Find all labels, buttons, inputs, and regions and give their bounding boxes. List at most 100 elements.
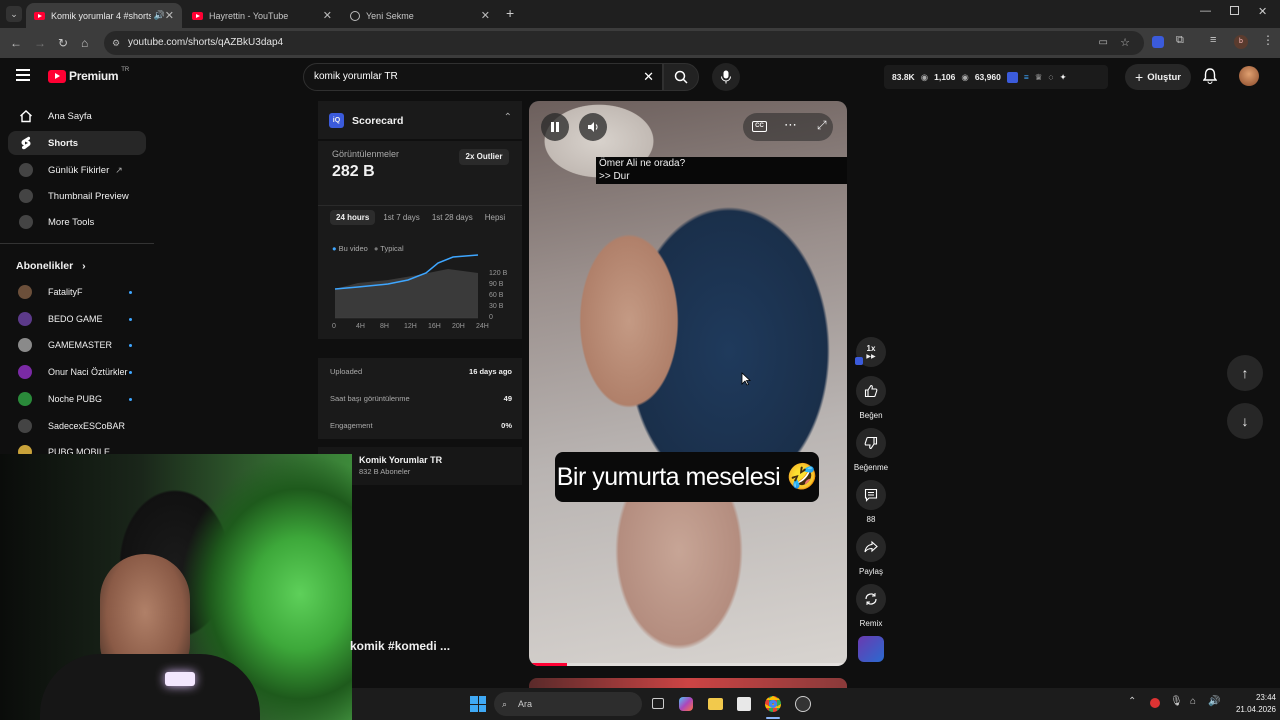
browser-tab-active[interactable]: Komik yorumlar 4 #shorts # 🔊 ✕ <box>26 3 182 28</box>
chevron-right-icon: › <box>82 260 86 272</box>
vidiq-tool-icon <box>19 189 33 203</box>
sidebar-item-shorts[interactable]: Shorts <box>8 131 146 155</box>
restore-icon[interactable] <box>1230 6 1239 15</box>
share-button[interactable] <box>856 532 886 562</box>
pause-icon <box>551 122 559 132</box>
task-view-icon[interactable] <box>652 698 664 709</box>
tab-all[interactable]: Hepsi <box>481 210 509 225</box>
taskbar-time[interactable]: 23:44 <box>1236 693 1276 702</box>
chat-icon[interactable]: ◌ <box>1048 72 1053 82</box>
collapse-chevron-icon[interactable]: ⌃ <box>504 112 512 123</box>
subscription-item[interactable]: BEDO GAME <box>8 307 146 331</box>
extension-icon[interactable] <box>1152 36 1164 48</box>
tray-app-icon[interactable] <box>1150 698 1160 708</box>
row-label: Engagement <box>330 421 373 430</box>
sidebar-item-more-tools[interactable]: More Tools <box>8 210 146 234</box>
subscription-item[interactable]: GAMEMASTER <box>8 333 146 357</box>
sparkle-icon[interactable]: ✦ <box>1059 72 1066 83</box>
bookmark-star-icon[interactable]: ☆ <box>1120 31 1130 55</box>
tray-chevron-icon[interactable]: ⌃ <box>1128 696 1136 707</box>
sidebar-item-home[interactable]: Ana Sayfa <box>8 104 146 128</box>
install-icon[interactable]: ▭ <box>1099 31 1108 55</box>
y-tick-label: 30 B <box>489 303 504 310</box>
subscription-label: Noche PUBG <box>48 393 103 404</box>
taskbar-search[interactable]: ⌕ Ara <box>494 692 642 716</box>
hamburger-icon[interactable] <box>16 69 30 81</box>
search-button[interactable] <box>663 63 699 91</box>
url-input[interactable]: ⚙ youtube.com/shorts/qAZBkU3dap4 ▭ ☆ <box>104 31 1144 55</box>
site-info-icon[interactable]: ⚙ <box>112 31 120 55</box>
remix-button[interactable] <box>856 584 886 614</box>
trophy-icon[interactable]: ♕ <box>1035 72 1043 83</box>
comments-button[interactable] <box>856 480 886 510</box>
audio-icon[interactable]: 🔊 <box>154 10 165 21</box>
region-label: TR <box>121 67 130 73</box>
subscription-item[interactable]: Onur Naci Öztürkler <box>8 360 146 384</box>
browser-tab[interactable]: Yeni Sekme ✕ <box>342 3 498 28</box>
tab-28-days[interactable]: 1st 28 days <box>428 210 477 225</box>
closed-captions-icon[interactable]: CC <box>752 121 767 132</box>
tab-24-hours[interactable]: 24 hours <box>330 210 376 225</box>
speaker-icon[interactable]: 🔊 <box>1208 696 1220 707</box>
subscription-item[interactable]: Noche PUBG <box>8 387 146 411</box>
fullscreen-icon[interactable]: ⤢ <box>817 118 827 133</box>
search-input[interactable]: komik yorumlar TR ✕ <box>303 63 663 91</box>
sidebar-item-daily-ideas[interactable]: Günlük Fikirler ↗ <box>8 158 146 182</box>
subscription-item[interactable]: SadecexESCoBAR <box>8 414 146 438</box>
volume-button[interactable] <box>579 113 607 141</box>
account-avatar[interactable] <box>1239 66 1259 86</box>
like-button[interactable] <box>856 376 886 406</box>
network-icon[interactable]: ⌂ <box>1190 696 1196 707</box>
copilot-icon[interactable] <box>679 697 693 711</box>
notifications-bell-icon[interactable] <box>1202 68 1218 89</box>
list-icon[interactable]: ≡ <box>1024 72 1029 82</box>
previous-short-button[interactable]: ↑ <box>1227 355 1263 391</box>
x-tick-label: 20H <box>452 323 465 330</box>
tab-list-icon[interactable]: ⌄ <box>6 6 22 22</box>
reading-list-icon[interactable]: ≡ <box>1210 34 1216 46</box>
home-icon[interactable]: ⌂ <box>81 36 88 50</box>
next-short-button[interactable]: ↓ <box>1227 403 1263 439</box>
windows-start-icon[interactable] <box>470 696 486 712</box>
shorts-video-player[interactable]: CC ⋯ ⤢ Ömer Ali ne orada? >> Dur Bir yum… <box>529 101 847 666</box>
taskbar-date[interactable]: 21.04.2026 <box>1222 705 1276 714</box>
new-content-dot <box>129 291 132 294</box>
chrome-icon[interactable] <box>765 696 781 712</box>
sidebar-item-label: Shorts <box>48 137 79 149</box>
create-button[interactable]: + Oluştur <box>1125 64 1191 90</box>
sidebar-item-thumbnail-preview[interactable]: Thumbnail Preview <box>8 184 146 208</box>
close-tab-icon[interactable]: ✕ <box>165 9 174 22</box>
clear-search-icon[interactable]: ✕ <box>643 64 654 90</box>
channel-avatar <box>18 338 32 353</box>
more-options-icon[interactable]: ⋯ <box>784 117 797 133</box>
minimize-icon[interactable]: — <box>1200 5 1211 17</box>
file-explorer-icon[interactable] <box>708 698 723 710</box>
voice-search-button[interactable] <box>712 63 740 91</box>
profile-avatar[interactable]: b <box>1234 35 1248 49</box>
youtube-logo[interactable]: Premium TR <box>48 67 130 83</box>
back-icon[interactable]: ← <box>10 36 22 50</box>
microphone-tray-icon[interactable]: 🎙 <box>1170 696 1183 707</box>
dislike-button[interactable] <box>856 428 886 458</box>
browser-tab[interactable]: Hayrettin - YouTube ✕ <box>184 3 340 28</box>
close-window-icon[interactable]: ✕ <box>1258 5 1267 18</box>
close-tab-icon[interactable]: ✕ <box>323 9 332 22</box>
store-icon[interactable] <box>737 697 751 711</box>
subtitle-caption: Ömer Ali ne orada? >> Dur <box>596 157 847 184</box>
subscription-item[interactable]: FatalityF <box>8 280 146 304</box>
video-title-overlay: komik #komedi ... <box>350 639 451 653</box>
puzzle-icon[interactable]: ⧉ <box>1176 34 1184 47</box>
close-tab-icon[interactable]: ✕ <box>481 9 490 22</box>
video-progress-track[interactable] <box>529 663 847 666</box>
row-value: 0% <box>501 421 512 430</box>
menu-kebab-icon[interactable]: ⋮ <box>1262 33 1274 47</box>
tab-7-days[interactable]: 1st 7 days <box>379 210 423 225</box>
pause-button[interactable] <box>541 113 569 141</box>
subscriptions-heading[interactable]: Abonelikler › <box>16 260 86 272</box>
forward-icon[interactable]: → <box>34 36 46 50</box>
vidiq-icon[interactable] <box>1006 71 1018 83</box>
obs-icon[interactable] <box>795 696 811 712</box>
sound-source-thumbnail[interactable] <box>858 636 884 662</box>
new-tab-button[interactable]: + <box>506 5 514 21</box>
reload-icon[interactable]: ↻ <box>58 36 68 50</box>
